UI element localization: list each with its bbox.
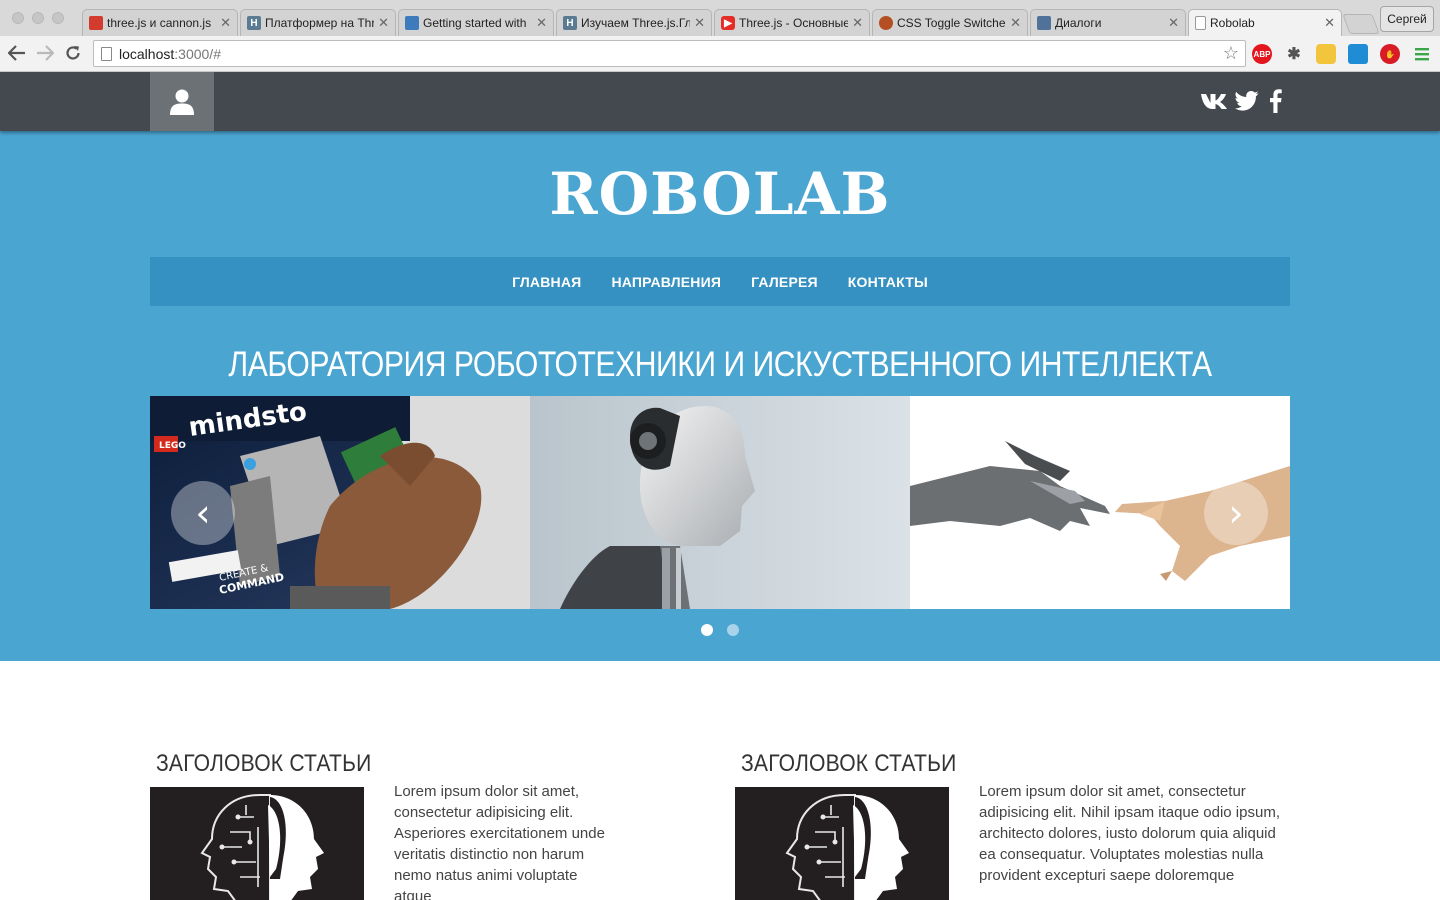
svg-text:LEGO: LEGO: [159, 441, 186, 451]
tab-title: Изучаем Three.js.Гл: [581, 16, 691, 30]
tab-threejs-youtube[interactable]: ▶ Three.js - Основные ✕: [714, 9, 870, 36]
minimize-window-button[interactable]: [32, 12, 44, 24]
address-bar[interactable]: localhost:3000/# ☆: [93, 40, 1246, 67]
tab-izuchaem-threejs[interactable]: H Изучаем Three.js.Гл ✕: [556, 9, 712, 36]
new-tab-button[interactable]: [1342, 14, 1380, 34]
close-window-button[interactable]: [12, 12, 24, 24]
slider-prev-button[interactable]: ‹: [171, 481, 235, 545]
tab-favicon: H: [247, 16, 261, 30]
article-image[interactable]: [150, 787, 364, 900]
browser-toolbar: localhost:3000/# ☆ ABP ✱ ✋: [0, 36, 1440, 72]
youtube-icon: ▶: [721, 16, 735, 30]
menu-item-gallery[interactable]: ГАЛЕРЕЯ: [751, 274, 818, 290]
tab-title: Диалоги: [1055, 16, 1102, 30]
bug-extension-icon[interactable]: ✱: [1284, 44, 1304, 64]
close-icon[interactable]: ✕: [536, 15, 547, 31]
article-text: Lorem ipsum dolor sit amet, consectetur …: [394, 783, 605, 900]
tab-title: Three.js - Основные: [739, 16, 849, 30]
vk-icon[interactable]: [1199, 88, 1229, 114]
menu-item-home[interactable]: ГЛАВНАЯ: [512, 274, 581, 290]
profile-button[interactable]: Сергей: [1380, 6, 1434, 32]
close-icon[interactable]: ✕: [852, 15, 863, 31]
close-icon[interactable]: ✕: [220, 15, 231, 31]
article-title[interactable]: ЗАГОЛОВОК СТАТЬИ: [741, 750, 957, 778]
tab-dialogs[interactable]: Диалоги ✕: [1030, 9, 1186, 36]
facebook-icon[interactable]: [1266, 88, 1284, 114]
menu-item-contacts[interactable]: КОНТАКТЫ: [848, 274, 928, 290]
image-slider: mindsto LEGO CREATE & COMMAND ‹ ›: [150, 396, 1290, 609]
tab-favicon: [405, 16, 419, 30]
article-image[interactable]: [735, 787, 949, 900]
page-icon: [1195, 16, 1206, 30]
slider-dot-active[interactable]: [701, 624, 713, 636]
close-icon[interactable]: ✕: [694, 15, 705, 31]
slider-dot[interactable]: [727, 624, 739, 636]
tab-title: Платформер на Three: [265, 16, 374, 30]
menu-icon[interactable]: [1412, 44, 1432, 64]
box-extension-icon[interactable]: [1348, 44, 1368, 64]
close-icon[interactable]: ✕: [1324, 15, 1335, 31]
tab-title: three.js и cannon.js: [107, 16, 212, 30]
hero-title: ЛАБОРАТОРИЯ РОБОТОТЕХНИКИ И ИСКУСТВЕННОГ…: [228, 345, 1212, 384]
paw-extension-icon[interactable]: [1316, 44, 1336, 64]
menu-item-directions[interactable]: НАПРАВЛЕНИЯ: [611, 274, 721, 290]
tab-favicon: [1037, 16, 1051, 30]
article-text: Lorem ipsum dolor sit amet, consectetur …: [979, 783, 1280, 884]
tab-threejs-cannon[interactable]: three.js и cannon.js ✕: [82, 9, 238, 36]
tab-favicon: [879, 16, 893, 30]
tab-title: Robolab: [1210, 16, 1255, 30]
tab-title: CSS Toggle Switche: [897, 16, 1006, 30]
tab-strip: three.js и cannon.js ✕ H Платформер на T…: [0, 0, 1440, 36]
zoom-window-button[interactable]: [52, 12, 64, 24]
article-title[interactable]: ЗАГОЛОВОК СТАТЬИ: [156, 750, 372, 778]
slide-image-robot-head: [530, 396, 910, 609]
user-icon: [170, 89, 194, 115]
tab-robolab[interactable]: Robolab ✕: [1188, 9, 1342, 36]
tab-title: Getting started with: [423, 16, 527, 30]
close-icon[interactable]: ✕: [378, 15, 389, 31]
browser-window: three.js и cannon.js ✕ H Платформер на T…: [0, 0, 1440, 72]
tab-css-toggle[interactable]: CSS Toggle Switche ✕: [872, 9, 1028, 36]
adblock-icon[interactable]: ABP: [1252, 44, 1272, 64]
url-text: localhost:3000/#: [119, 46, 221, 62]
user-account-button[interactable]: [150, 72, 214, 131]
close-icon[interactable]: ✕: [1168, 15, 1179, 31]
back-icon[interactable]: [6, 42, 28, 64]
close-icon[interactable]: ✕: [1010, 15, 1021, 31]
hero-section: ROBOLAB ГЛАВНАЯ НАПРАВЛЕНИЯ ГАЛЕРЕЯ КОНТ…: [0, 131, 1440, 661]
tab-favicon: H: [563, 16, 577, 30]
main-menu: ГЛАВНАЯ НАПРАВЛЕНИЯ ГАЛЕРЕЯ КОНТАКТЫ: [150, 257, 1290, 306]
page-icon: [101, 47, 112, 61]
slider-next-button[interactable]: ›: [1204, 481, 1268, 545]
forward-icon[interactable]: [34, 42, 56, 64]
page-viewport: ROBOLAB ГЛАВНАЯ НАПРАВЛЕНИЯ ГАЛЕРЕЯ КОНТ…: [0, 72, 1440, 900]
site-logo[interactable]: ROBOLAB: [0, 160, 1440, 228]
bookmark-star-icon[interactable]: ☆: [1223, 43, 1239, 64]
twitter-icon[interactable]: [1234, 88, 1260, 114]
stop-extension-icon[interactable]: ✋: [1380, 44, 1400, 64]
reload-icon[interactable]: [62, 42, 84, 64]
tab-platformer[interactable]: H Платформер на Three ✕: [240, 9, 396, 36]
tab-favicon: [89, 16, 103, 30]
tab-getting-started[interactable]: Getting started with ✕: [398, 9, 554, 36]
site-topbar: [0, 72, 1440, 131]
